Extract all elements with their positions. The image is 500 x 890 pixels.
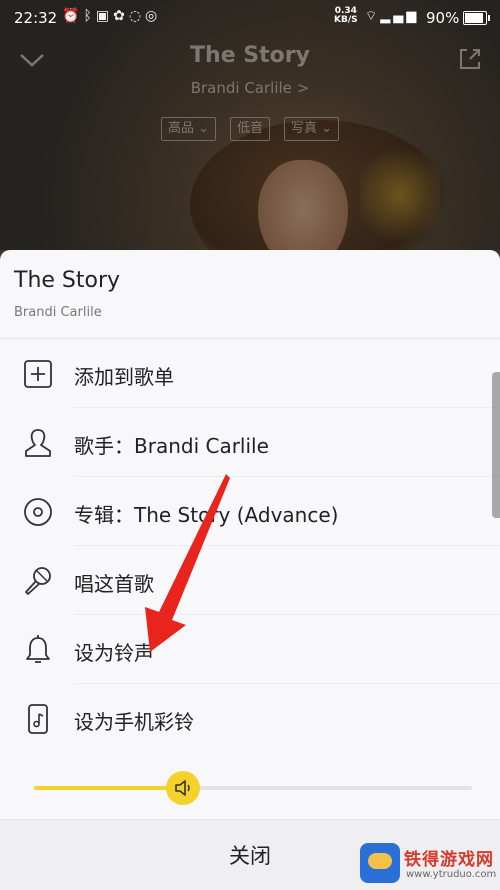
netease-icon: ◎: [145, 8, 162, 24]
status-bar: 22:32 ⏰ᛒ▣✿◌◎ 0.34 KB/S ⌔▂▄▆ 90%: [0, 0, 500, 36]
tag-quality[interactable]: 高品 ⌄: [160, 117, 216, 141]
menu-item-label: 歌手：Brandi Carlile: [74, 434, 269, 458]
add-square-icon: [24, 360, 52, 388]
tag-photo-label: 写真: [291, 121, 318, 136]
sheet-song-title: The Story: [14, 268, 121, 293]
qq-icon: ◌: [128, 8, 146, 24]
watermark-logo: [360, 843, 400, 883]
menu-item-label: 设为手机彩铃: [74, 710, 194, 734]
menu-item-add-to-playlist[interactable]: 添加到歌单: [0, 339, 500, 408]
volume-slider-fill: [34, 786, 183, 790]
album-disc-icon: [24, 498, 52, 526]
scrollbar[interactable]: [492, 372, 500, 518]
player-artist-link[interactable]: Brandi Carlile >: [0, 79, 500, 97]
chevron-right-icon: >: [296, 79, 310, 97]
battery-icon: [463, 11, 490, 25]
tag-quality-label: 高品: [167, 121, 194, 136]
menu-item-label: 唱这首歌: [74, 572, 154, 596]
shield-icon: ▣: [95, 8, 114, 24]
share-icon[interactable]: [456, 45, 484, 73]
phone-ringtone-icon: [28, 704, 48, 734]
menu-item-label: 添加到歌单: [74, 365, 174, 389]
network-speed: 0.34 KB/S: [334, 7, 358, 25]
menu-item-label: 设为铃声: [74, 641, 154, 665]
sheet-artist: Brandi Carlile: [14, 305, 102, 320]
signal-icons: ⌔▂▄▆: [365, 8, 419, 24]
menu-item-album[interactable]: 专辑：The Story (Advance): [0, 477, 500, 546]
app-icon: ✿: [113, 8, 129, 24]
action-menu: 添加到歌单 歌手：Brandi Carlile 专辑：The Story (Ad…: [0, 339, 500, 753]
quality-tags: 高品 ⌄ 低音 写真 ⌄: [0, 117, 500, 141]
person-icon: [25, 429, 51, 457]
tag-bass[interactable]: 低音: [229, 117, 270, 141]
battery-percent: 90%: [426, 9, 460, 27]
watermark-text: 铁得游戏网: [404, 850, 494, 870]
bluetooth-icon: ᛒ: [83, 8, 96, 24]
tag-bass-label: 低音: [236, 121, 263, 136]
bell-icon: [26, 635, 50, 663]
watermark: 铁得游戏网 www.ytruduo.com: [360, 843, 500, 889]
alarm-icon: ⏰: [62, 8, 84, 24]
menu-item-set-ringtone[interactable]: 设为铃声: [0, 615, 500, 684]
menu-item-artist[interactable]: 歌手：Brandi Carlile: [0, 408, 500, 477]
wifi-icon: ⌔: [365, 9, 381, 24]
speed-unit: KB/S: [334, 15, 358, 25]
tag-photo[interactable]: 写真 ⌄: [284, 117, 340, 141]
menu-item-label: 专辑：The Story (Advance): [74, 503, 339, 527]
speaker-icon: [175, 780, 190, 796]
player-song-title: The Story: [190, 43, 310, 68]
microphone-icon: [25, 567, 51, 595]
menu-item-set-phone-ringback[interactable]: 设为手机彩铃: [0, 684, 500, 753]
player-artist-name: Brandi Carlile: [190, 79, 292, 97]
volume-slider-knob[interactable]: [165, 771, 200, 805]
signal-icon: ▂▄▆: [380, 9, 420, 24]
action-sheet: The Story Brandi Carlile 添加到歌单 歌手：Brandi…: [0, 250, 500, 890]
watermark-url: www.ytruduo.com: [406, 869, 497, 880]
volume-slider[interactable]: [34, 771, 472, 805]
menu-item-sing[interactable]: 唱这首歌: [0, 546, 500, 615]
status-icons: ⏰ᛒ▣✿◌◎: [62, 8, 161, 24]
status-time: 22:32: [14, 9, 58, 27]
